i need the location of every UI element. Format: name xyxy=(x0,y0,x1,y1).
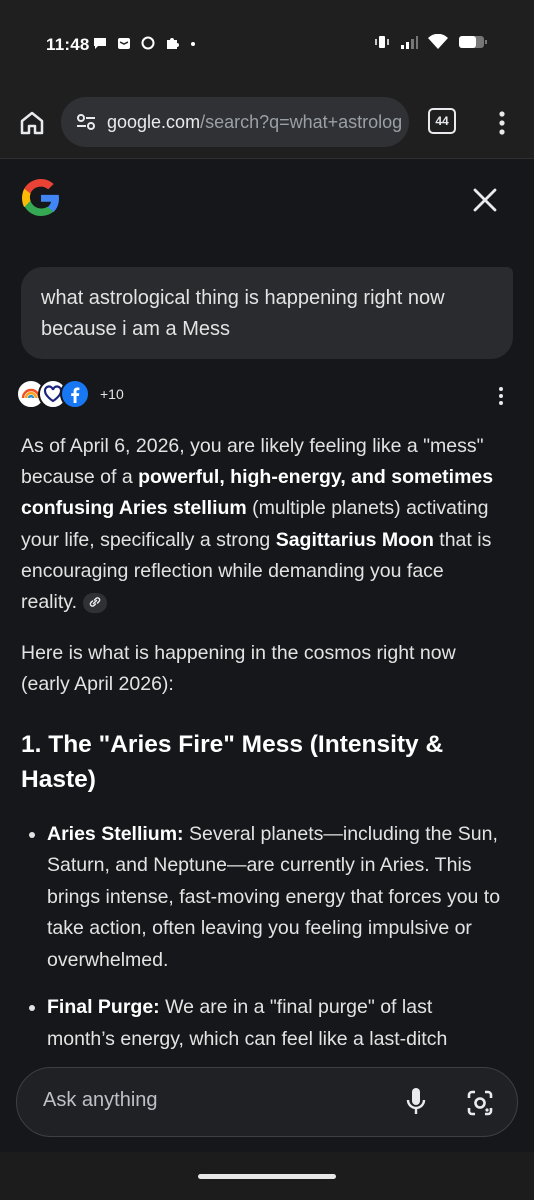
url-host: google.com xyxy=(107,111,201,132)
layers-icon xyxy=(118,38,130,49)
bullet-term: Aries Stellium: xyxy=(47,822,184,845)
facebook-icon xyxy=(60,379,90,409)
dot-icon xyxy=(191,42,195,46)
puzzle-icon xyxy=(167,38,179,49)
tab-switcher-button[interactable]: 44 xyxy=(428,108,456,134)
answer-bold: Sagittarius Moon xyxy=(275,528,434,551)
sources-count: +10 xyxy=(100,386,124,402)
close-icon[interactable] xyxy=(470,185,500,215)
vibrate-icon xyxy=(375,36,389,48)
camera-search-icon[interactable] xyxy=(465,1088,495,1118)
status-time: 11:48 xyxy=(46,35,90,54)
home-gesture-pill[interactable] xyxy=(198,1174,336,1179)
ai-mode-panel: what astrological thing is happening rig… xyxy=(0,159,534,1160)
answer-paragraph: As of April 6, 2026, you are likely feel… xyxy=(21,431,501,618)
system-nav-bar xyxy=(0,1152,534,1200)
browser-toolbar: google.com/search?q=what+astrolog 44 xyxy=(0,88,534,159)
bullet-term: Final Purge: xyxy=(47,996,160,1019)
chat-bubble-icon xyxy=(94,38,106,49)
ring-icon xyxy=(141,36,155,50)
ask-input[interactable]: Ask anything xyxy=(16,1067,518,1137)
more-options-icon[interactable] xyxy=(494,385,508,407)
list-item: Final Purge: We are in a "final purge" o… xyxy=(47,992,501,1055)
status-bar: 11:48 xyxy=(0,0,534,88)
answer-paragraph: Here is what is happening in the cosmos … xyxy=(21,642,456,696)
section-heading: 1. The "Aries Fire" Mess (Intensity & Ha… xyxy=(21,730,444,793)
address-bar[interactable]: google.com/search?q=what+astrolog xyxy=(61,97,409,147)
list-item: Aries Stellium: Several planets—includin… xyxy=(47,819,501,977)
signal-icon xyxy=(401,36,418,49)
site-settings-icon[interactable] xyxy=(75,111,97,133)
citation-link-chip[interactable] xyxy=(83,592,107,613)
user-query-bubble: what astrological thing is happening rig… xyxy=(21,267,513,359)
more-vert-icon[interactable] xyxy=(492,108,512,138)
url-text[interactable]: google.com/search?q=what+astrolog xyxy=(107,112,402,133)
home-icon[interactable] xyxy=(17,108,47,138)
url-path: /search?q=what+astrolog xyxy=(200,111,403,132)
bullet-list: Aries Stellium: Several planets—includin… xyxy=(21,819,501,1056)
link-icon xyxy=(89,597,101,607)
ai-answer: As of April 6, 2026, you are likely feel… xyxy=(21,431,501,1071)
wifi-icon xyxy=(428,34,448,49)
mic-icon[interactable] xyxy=(405,1086,427,1118)
battery-icon xyxy=(459,36,487,48)
google-g-logo[interactable] xyxy=(19,176,63,220)
notification-icons xyxy=(92,35,198,51)
sources-row[interactable]: +10 xyxy=(16,379,124,409)
system-icons xyxy=(374,34,488,50)
ask-placeholder: Ask anything xyxy=(43,1089,158,1111)
